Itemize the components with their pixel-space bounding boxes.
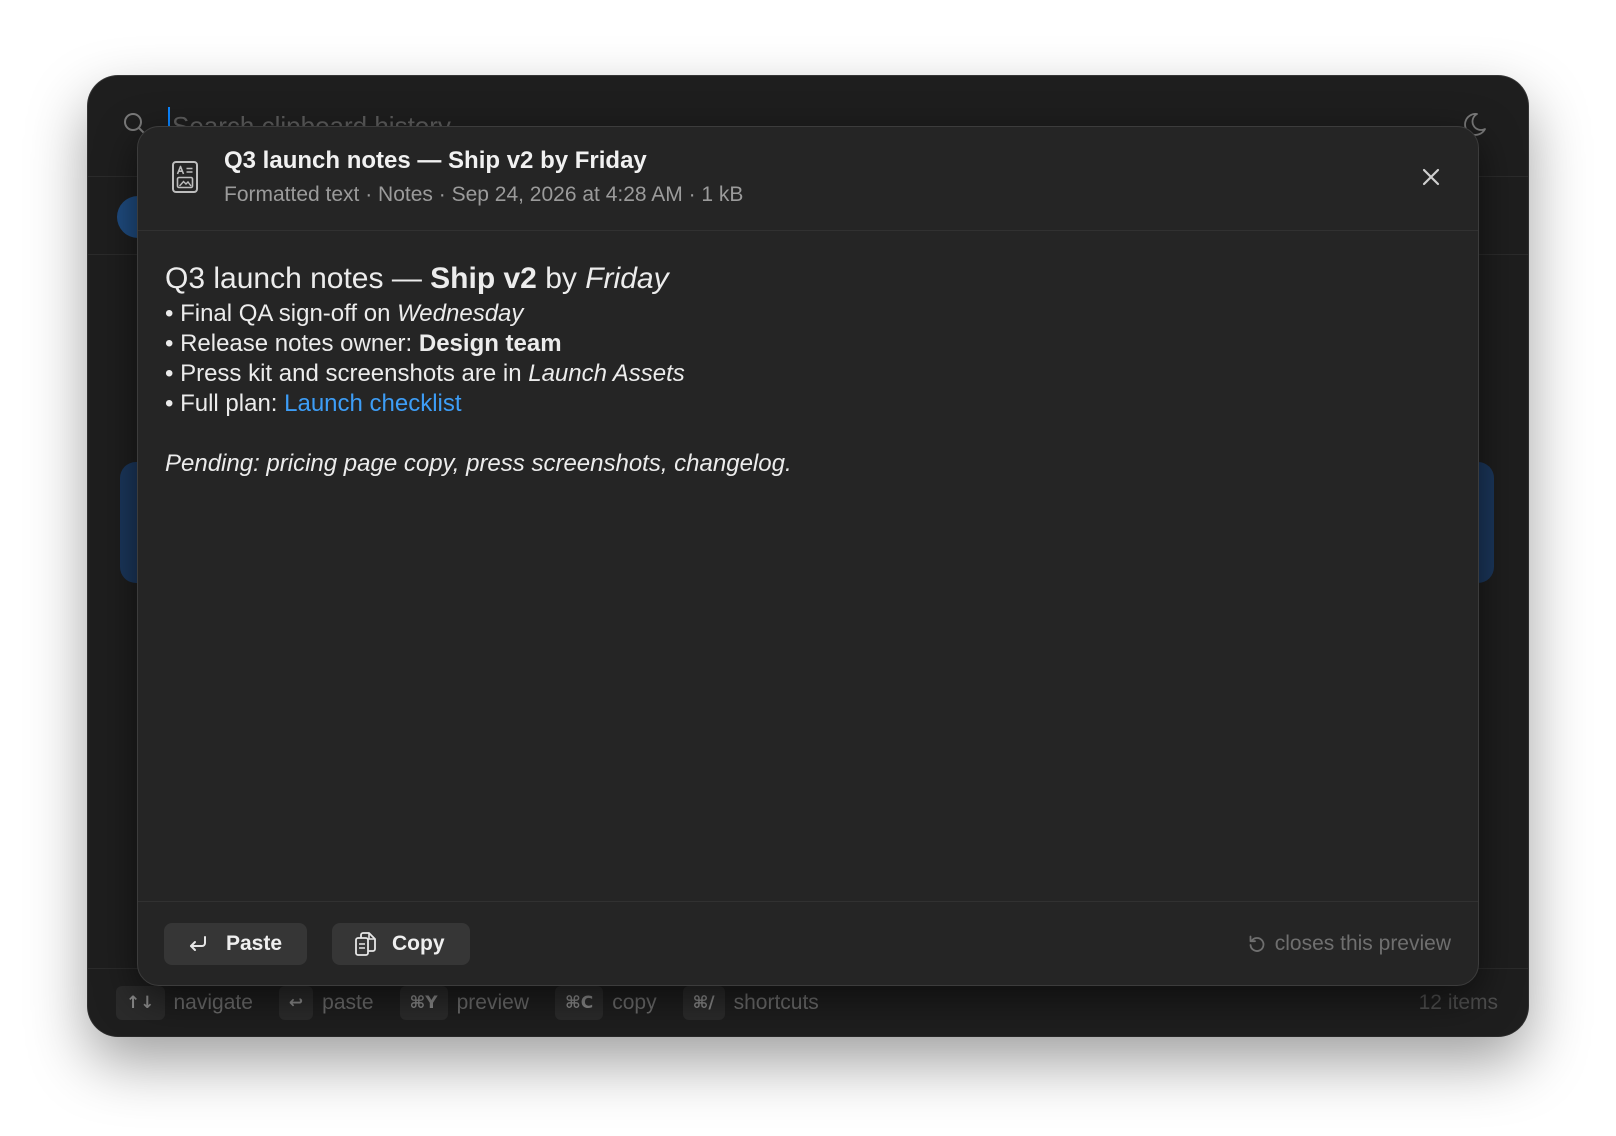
shortcut-copy: ⌘C copy (555, 986, 657, 1020)
copy-button-label: Copy (392, 932, 445, 955)
shortcut-key: ⌘Y (399, 986, 448, 1020)
bullet-line: • Press kit and screenshots are in Launc… (165, 359, 1451, 389)
bullet-text: • Press kit and screenshots are in (165, 360, 529, 387)
bullet-italic: Launch Assets (528, 360, 685, 387)
preview-actions: Paste Copy closes this preview (138, 901, 1478, 985)
heading-text: by (536, 262, 586, 295)
escape-hint: closes this preview (1247, 931, 1451, 957)
shortcut-label: navigate (173, 991, 253, 1014)
item-count: 12 items (1418, 991, 1498, 1014)
rich-text-icon (172, 161, 198, 193)
content-heading: Q3 launch notes — Ship v2 by Friday (165, 259, 1451, 299)
bullet-text: • Full plan: (165, 390, 285, 417)
shortcut-key: ↑↓ (116, 986, 165, 1020)
shortcut-key: ↩ (278, 986, 314, 1020)
bullet-line: • Release notes owner: Design team (165, 329, 1451, 359)
preview-meta: Formatted text · Notes · Sep 24, 2026 at… (224, 183, 744, 206)
shortcut-bar: ↑↓ navigate ↩ paste ⌘Y preview ⌘C copy ⌘… (116, 986, 1498, 1020)
bullet-text: • Release notes owner: (165, 330, 419, 357)
bullet-italic: Wednesday (397, 300, 524, 327)
bullet-line: • Final QA sign-off on Wednesday (165, 299, 1451, 329)
shortcut-label: preview (456, 991, 529, 1014)
copy-icon (355, 932, 376, 956)
paste-button-label: Paste (226, 932, 283, 955)
close-icon (1422, 168, 1440, 186)
preview-header: Q3 launch notes — Ship v2 by Friday Form… (138, 127, 1478, 231)
shortcut-preview: ⌘Y preview (399, 986, 529, 1020)
shortcut-paste: ↩ paste (278, 986, 374, 1020)
heading-text: Q3 launch notes — (165, 262, 431, 295)
shortcut-label: copy (612, 991, 657, 1014)
shortcut-navigate: ↑↓ navigate (116, 986, 253, 1020)
paste-button[interactable]: Paste (164, 923, 307, 965)
pending-note: Pending: pricing page copy, press screen… (165, 450, 792, 477)
shortcut-label: paste (322, 991, 374, 1014)
shortcut-shortcuts: ⌘/ shortcuts (682, 986, 819, 1020)
close-button[interactable] (1417, 163, 1445, 191)
escape-hint-text: closes this preview (1274, 932, 1451, 955)
reset-icon (1249, 935, 1265, 952)
clipboard-window: Q3 launch notes — Ship v2 by Friday Form… (88, 76, 1528, 1036)
bullet-text: • Final QA sign-off on (165, 300, 398, 327)
copy-button[interactable]: Copy (332, 923, 470, 965)
return-icon (190, 936, 206, 951)
shortcut-key: ⌘C (555, 986, 604, 1020)
launch-checklist-link[interactable]: Launch checklist (284, 390, 461, 417)
heading-bold: Ship v2 (430, 262, 537, 295)
preview-content: Q3 launch notes — Ship v2 by Friday • Fi… (165, 231, 1451, 479)
preview-title: Q3 launch notes — Ship v2 by Friday (224, 147, 647, 174)
bullet-line: • Full plan: Launch checklist (165, 389, 1451, 419)
heading-italic: Friday (585, 262, 669, 295)
shortcut-key: ⌘/ (682, 986, 725, 1020)
shortcut-label: shortcuts (733, 991, 819, 1014)
bullet-bold: Design team (418, 330, 562, 357)
preview-panel: Q3 launch notes — Ship v2 by Friday Form… (137, 126, 1479, 986)
